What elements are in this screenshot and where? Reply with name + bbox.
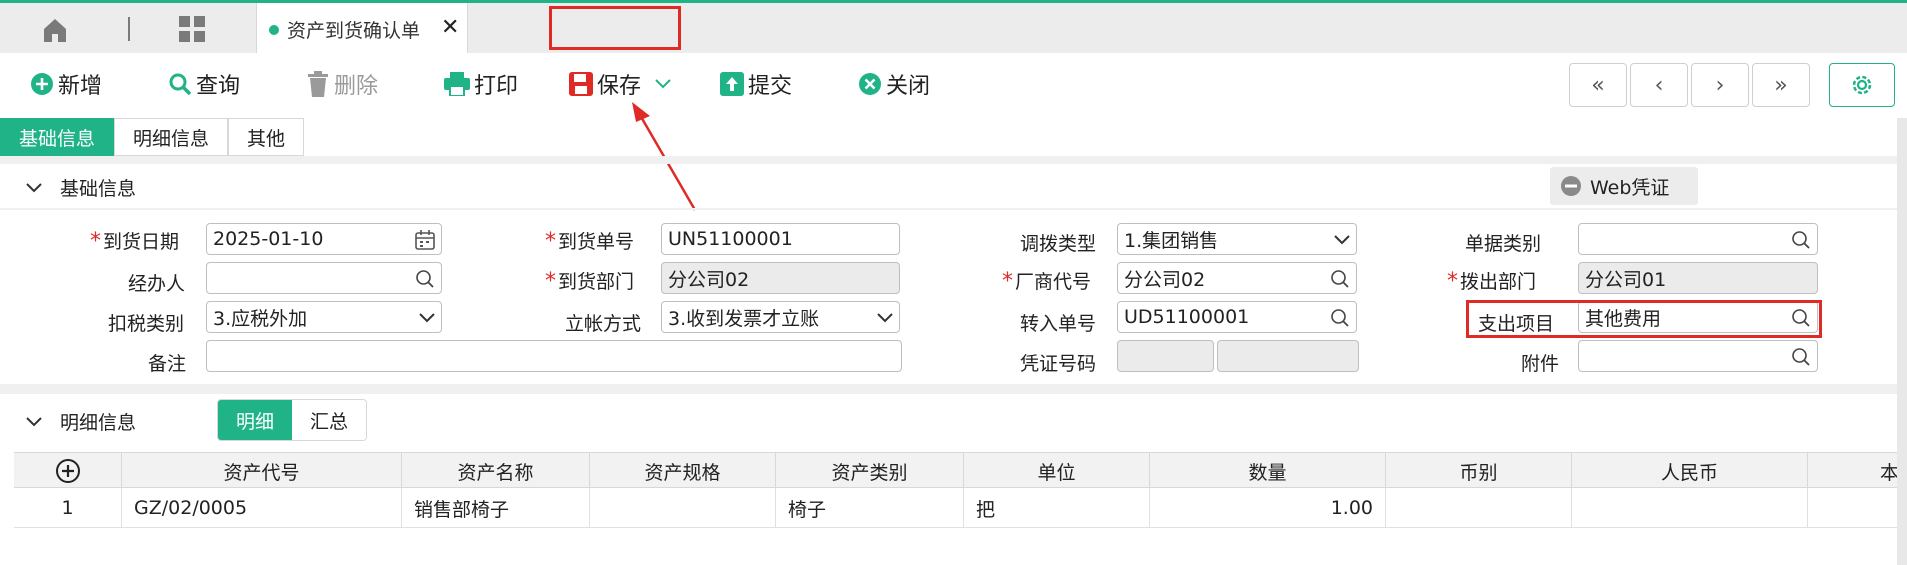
cell-asset-name[interactable]: 销售部椅子 — [402, 488, 590, 528]
arrival-dept-label: * 到货部门 — [545, 269, 635, 294]
col-unit[interactable]: 单位 — [964, 453, 1150, 489]
divider — [0, 156, 1907, 164]
arrival-no-field[interactable]: UN51100001 — [661, 223, 900, 255]
vendor-code-label: * 厂商代号 — [1002, 269, 1092, 294]
remark-field[interactable] — [206, 340, 902, 372]
col-truncated[interactable]: 本 — [1808, 453, 1907, 489]
search-icon[interactable] — [1791, 230, 1811, 250]
detail-section-header[interactable]: 明细信息 — [26, 408, 136, 435]
arrival-dept-field: 分公司02 — [661, 262, 900, 294]
section-tabs: 基础信息 明细信息 其他 — [0, 118, 305, 156]
search-icon[interactable] — [1791, 347, 1811, 367]
cell-quantity[interactable]: 1.00 — [1150, 488, 1386, 528]
chevron-down-icon — [26, 182, 42, 192]
web-voucher-button[interactable]: Web凭证 — [1550, 167, 1698, 205]
transfer-in-no-field[interactable]: UD51100001 — [1117, 301, 1357, 333]
basic-section-header[interactable]: 基础信息 — [26, 174, 136, 201]
col-quantity[interactable]: 数量 — [1150, 453, 1386, 489]
cell-unit[interactable]: 把 — [964, 488, 1150, 528]
voucher-no-label: 凭证号码 — [1020, 353, 1097, 375]
search-icon[interactable] — [1330, 269, 1350, 289]
col-asset-code[interactable]: 资产代号 — [122, 453, 402, 489]
cell-asset-category[interactable]: 椅子 — [776, 488, 964, 528]
calendar-icon[interactable] — [415, 230, 435, 250]
cell-asset-spec[interactable] — [590, 488, 776, 528]
tax-type-label: 扣税类别 — [108, 313, 185, 335]
attachment-field[interactable] — [1578, 340, 1818, 372]
arrival-no-label: * 到货单号 — [545, 229, 635, 254]
vendor-code-field[interactable]: 分公司02 — [1117, 262, 1357, 294]
arrival-date-label: * 到货日期 — [90, 229, 180, 254]
cell-rmb[interactable] — [1572, 488, 1808, 528]
search-icon[interactable] — [1330, 308, 1350, 328]
cell-currency[interactable] — [1386, 488, 1572, 528]
transfer-type-select[interactable]: 1.集团销售 — [1117, 223, 1357, 255]
account-method-label: 立帐方式 — [565, 313, 642, 335]
tab-summary[interactable]: 汇总 — [292, 400, 367, 440]
add-row-button[interactable] — [14, 453, 122, 489]
row-index: 1 — [14, 488, 122, 528]
table-row[interactable]: 1 GZ/02/0005 销售部椅子 椅子 把 1.00 — [14, 488, 1907, 528]
expense-item-highlight-box — [1466, 300, 1822, 338]
chevron-down-icon — [1334, 235, 1350, 245]
attachment-label: 附件 — [1521, 353, 1560, 375]
out-dept-field: 分公司01 — [1578, 262, 1818, 294]
search-icon[interactable] — [415, 269, 435, 289]
tab-detail-info[interactable]: 明细信息 — [114, 118, 229, 156]
out-dept-label: * 拨出部门 — [1447, 269, 1537, 294]
voucher-no-field-2 — [1217, 340, 1359, 372]
cell-asset-code[interactable]: GZ/02/0005 — [122, 488, 402, 528]
account-method-select[interactable]: 3.收到发票才立账 — [661, 301, 900, 333]
doc-category-label: 单据类别 — [1465, 233, 1542, 255]
col-rmb[interactable]: 人民币 — [1572, 453, 1808, 489]
basic-section-title: 基础信息 — [60, 178, 137, 200]
transfer-in-no-label: 转入单号 — [1020, 313, 1097, 335]
detail-subtabs: 明细 汇总 — [217, 399, 368, 441]
doc-category-field[interactable] — [1578, 223, 1818, 255]
minus-circle-icon — [1561, 176, 1581, 196]
divider — [0, 384, 1907, 394]
voucher-no-field-1 — [1117, 340, 1214, 372]
tab-other[interactable]: 其他 — [228, 118, 305, 156]
col-asset-name[interactable]: 资产名称 — [402, 453, 590, 489]
chevron-down-icon — [419, 313, 435, 323]
handler-field[interactable] — [206, 262, 442, 294]
col-currency[interactable]: 币别 — [1386, 453, 1572, 489]
divider — [0, 208, 1907, 210]
handler-label: 经办人 — [128, 273, 186, 295]
col-asset-spec[interactable]: 资产规格 — [590, 453, 776, 489]
tab-detail[interactable]: 明细 — [218, 400, 293, 440]
detail-section-title: 明细信息 — [60, 412, 137, 434]
remark-label: 备注 — [148, 353, 187, 375]
web-voucher-label: Web凭证 — [1590, 176, 1670, 199]
plus-circle-icon — [55, 459, 80, 483]
arrival-date-field[interactable]: 2025-01-10 — [206, 223, 442, 255]
chevron-down-icon — [877, 313, 893, 323]
tax-type-select[interactable]: 3.应税外加 — [206, 301, 442, 333]
chevron-down-icon — [26, 416, 42, 426]
table-header: 资产代号 资产名称 资产规格 资产类别 单位 数量 币别 人民币 本 — [14, 452, 1907, 489]
tab-basic-info[interactable]: 基础信息 — [0, 118, 115, 156]
col-asset-category[interactable]: 资产类别 — [776, 453, 964, 489]
transfer-type-label: 调拨类型 — [1020, 233, 1097, 255]
vertical-scrollbar[interactable] — [1897, 118, 1907, 565]
